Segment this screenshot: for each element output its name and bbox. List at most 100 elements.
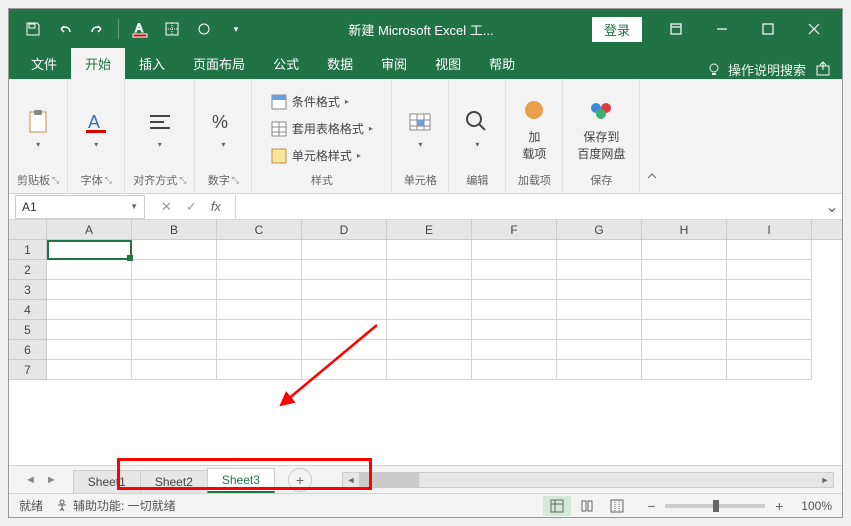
number-button[interactable]: % ▾ [203,104,243,153]
close-icon[interactable] [792,11,836,47]
view-page-break-button[interactable] [603,496,631,516]
cell[interactable] [387,300,472,320]
borders-icon[interactable] [158,15,186,43]
cell[interactable] [302,260,387,280]
qat-more-icon[interactable]: ▾ [222,15,250,43]
share-icon[interactable] [814,61,832,79]
cell[interactable] [642,360,727,380]
scroll-thumb[interactable] [359,473,419,487]
cell[interactable] [472,320,557,340]
cell[interactable] [217,360,302,380]
row-header[interactable]: 6 [9,340,47,360]
cell[interactable] [47,340,132,360]
cell[interactable] [387,320,472,340]
tell-me-search[interactable]: 操作说明搜索 [706,60,806,79]
tab-view[interactable]: 视图 [421,48,475,79]
sheet-tab[interactable]: Sheet2 [140,470,208,493]
cell[interactable] [472,260,557,280]
cell[interactable] [472,300,557,320]
fx-icon[interactable]: fx [211,199,221,214]
column-header[interactable]: G [557,220,642,239]
column-header[interactable]: H [642,220,727,239]
cell[interactable] [472,280,557,300]
cell[interactable] [302,280,387,300]
sheet-tab[interactable]: Sheet3 [207,468,275,493]
cell[interactable] [557,280,642,300]
row-header[interactable]: 7 [9,360,47,380]
cell[interactable] [557,340,642,360]
cell[interactable] [727,300,812,320]
cell[interactable] [557,320,642,340]
login-button[interactable]: 登录 [592,17,642,42]
cell[interactable] [132,360,217,380]
sheet-nav-prev-icon[interactable]: ◄ [25,474,36,486]
cell[interactable] [557,300,642,320]
horizontal-scrollbar[interactable]: ◄ ► [342,472,834,488]
minimize-icon[interactable] [700,11,744,47]
cell[interactable] [727,240,812,260]
row-header[interactable]: 2 [9,260,47,280]
zoom-slider[interactable] [665,504,765,508]
name-box[interactable]: A1 ▼ [15,195,145,219]
cell[interactable] [132,320,217,340]
cell[interactable] [642,300,727,320]
cell[interactable] [47,260,132,280]
cell[interactable] [217,260,302,280]
sheet-nav-next-icon[interactable]: ► [46,474,57,486]
cell[interactable] [47,280,132,300]
cell[interactable] [217,280,302,300]
accept-formula-icon[interactable]: ✓ [186,199,197,215]
font-button[interactable]: A ▾ [76,104,116,153]
alignment-button[interactable]: ▾ [140,104,180,153]
tab-file[interactable]: 文件 [17,48,71,79]
sheet-tab[interactable]: Sheet1 [73,470,141,493]
cell[interactable] [642,340,727,360]
cell[interactable] [302,360,387,380]
tab-review[interactable]: 审阅 [367,48,421,79]
cell[interactable] [132,240,217,260]
tab-insert[interactable]: 插入 [125,48,179,79]
cell[interactable] [557,360,642,380]
conditional-format-button[interactable]: 条件格式▸ [267,91,353,112]
table-format-button[interactable]: 套用表格格式▸ [267,118,377,139]
cell[interactable] [302,300,387,320]
cell[interactable] [557,240,642,260]
accessibility-status[interactable]: 辅助功能: 一切就绪 [55,497,176,514]
zoom-out-button[interactable]: − [643,498,659,514]
editing-button[interactable]: ▾ [457,104,497,153]
cell[interactable] [472,240,557,260]
undo-icon[interactable] [51,15,79,43]
save-baidu-button[interactable]: 保存到 百度网盘 [571,92,631,166]
cell[interactable] [727,320,812,340]
tab-data[interactable]: 数据 [313,48,367,79]
cell[interactable] [387,360,472,380]
new-sheet-button[interactable]: + [288,468,312,492]
cell[interactable] [387,260,472,280]
cell[interactable] [727,340,812,360]
tab-home[interactable]: 开始 [71,48,125,79]
cells-button[interactable]: ▾ [400,104,440,153]
column-header[interactable]: A [47,220,132,239]
cell[interactable] [47,360,132,380]
cancel-formula-icon[interactable]: ✕ [161,199,172,215]
view-page-layout-button[interactable] [573,496,601,516]
cell[interactable] [387,280,472,300]
cell[interactable] [727,360,812,380]
collapse-ribbon-icon[interactable] [640,163,664,193]
row-header[interactable]: 3 [9,280,47,300]
cell[interactable] [727,280,812,300]
view-normal-button[interactable] [543,496,571,516]
cell[interactable] [132,260,217,280]
scroll-right-icon[interactable]: ► [817,473,833,487]
shape-icon[interactable] [190,15,218,43]
formula-bar[interactable] [235,195,822,219]
zoom-in-button[interactable]: + [771,498,787,514]
row-header[interactable]: 5 [9,320,47,340]
cell[interactable] [302,240,387,260]
cell[interactable] [217,320,302,340]
row-header[interactable]: 1 [9,240,47,260]
redo-icon[interactable] [83,15,111,43]
cell[interactable] [387,240,472,260]
cell[interactable] [557,260,642,280]
cell[interactable] [47,320,132,340]
